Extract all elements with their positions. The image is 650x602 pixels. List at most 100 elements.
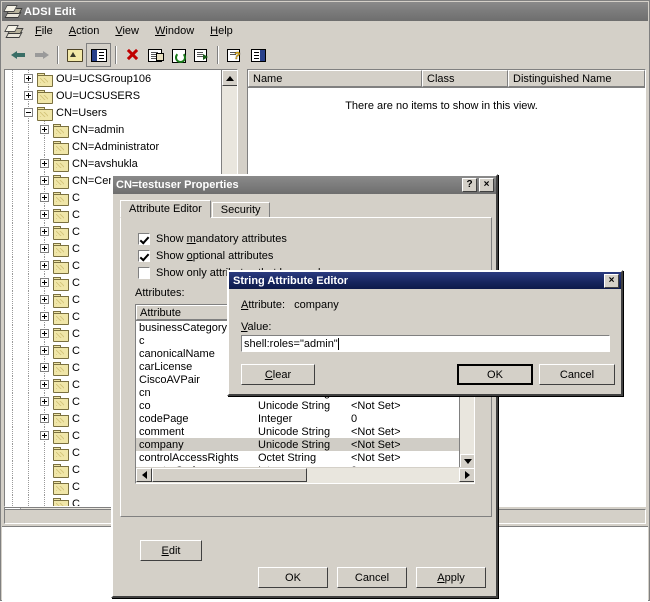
tree-expander-plus-icon[interactable] bbox=[37, 172, 53, 189]
tree-expander-plus-icon[interactable] bbox=[37, 427, 53, 444]
tree-expander-plus-icon[interactable] bbox=[37, 308, 53, 325]
tab-security[interactable]: Security bbox=[211, 202, 270, 218]
tree-expander-minus-icon[interactable] bbox=[21, 104, 37, 121]
delete-button[interactable] bbox=[121, 44, 144, 66]
tree-indent bbox=[21, 223, 37, 240]
menu-view[interactable]: View bbox=[107, 23, 147, 39]
checkbox-show-mandatory[interactable]: Show mandatory attributes bbox=[138, 230, 491, 247]
menu-file[interactable]: File bbox=[27, 23, 61, 39]
tree-node-label: C bbox=[72, 429, 80, 442]
edit-button[interactable]: Edit bbox=[140, 540, 202, 561]
tree-expander-plus-icon[interactable] bbox=[37, 206, 53, 223]
attribute-row[interactable]: codePage Integer 0 bbox=[136, 412, 474, 425]
tree-node-label: C bbox=[72, 446, 80, 459]
tree-expander-plus-icon[interactable] bbox=[37, 274, 53, 291]
tree-indent bbox=[5, 223, 21, 240]
tree-expander-plus-icon[interactable] bbox=[37, 393, 53, 410]
string-editor-ok-button[interactable]: OK bbox=[457, 364, 533, 385]
properties-ok-button[interactable]: OK bbox=[258, 567, 328, 588]
back-button[interactable] bbox=[7, 44, 30, 66]
tree-expander-plus-icon[interactable] bbox=[37, 240, 53, 257]
attributes-scroll-left-button[interactable] bbox=[136, 468, 152, 482]
up-one-level-button[interactable] bbox=[63, 44, 86, 66]
tree-indent bbox=[5, 427, 21, 444]
show-hide-tree-button[interactable] bbox=[86, 43, 111, 67]
tree-node[interactable]: CN=Users bbox=[5, 104, 225, 121]
tree-node-label: C bbox=[72, 480, 80, 493]
string-editor-value-label: Value: bbox=[241, 321, 272, 333]
folder-icon bbox=[53, 276, 69, 291]
export-list-button[interactable] bbox=[190, 44, 213, 66]
menu-action[interactable]: Action bbox=[61, 23, 108, 39]
clear-button[interactable]: Clear bbox=[241, 364, 315, 385]
menu-help[interactable]: Help bbox=[202, 23, 241, 39]
string-editor-value-input[interactable]: shell:roles="admin" bbox=[241, 335, 610, 352]
system-menu-icon[interactable] bbox=[4, 24, 24, 38]
tree-expander-plus-icon[interactable] bbox=[37, 410, 53, 427]
help-button[interactable]: ? bbox=[223, 44, 246, 66]
string-editor-value-text: shell:roles="admin" bbox=[244, 337, 338, 350]
tree-node[interactable]: CN=admin bbox=[5, 121, 225, 138]
menu-window[interactable]: Window bbox=[147, 23, 202, 39]
attributes-hscroll-thumb[interactable] bbox=[152, 468, 307, 482]
tree-expander-plus-icon[interactable] bbox=[37, 223, 53, 240]
help-icon[interactable]: ? bbox=[462, 178, 477, 192]
refresh-button[interactable] bbox=[167, 44, 190, 66]
tree-expander-plus-icon[interactable] bbox=[37, 291, 53, 308]
tree-expander-plus-icon[interactable] bbox=[37, 189, 53, 206]
attribute-row[interactable]: company Unicode String <Not Set> bbox=[136, 438, 474, 451]
checkbox-show-only-with-values-box[interactable] bbox=[138, 266, 150, 279]
tree-indent bbox=[21, 240, 37, 257]
checkbox-show-mandatory-box[interactable] bbox=[138, 232, 150, 245]
tree-node[interactable]: OU=UCSUSERS bbox=[5, 87, 225, 104]
tree-indent bbox=[5, 121, 21, 138]
attribute-row[interactable]: comment Unicode String <Not Set> bbox=[136, 425, 474, 438]
properties-button[interactable] bbox=[144, 44, 167, 66]
empty-list-message: There are no items to show in this view. bbox=[345, 100, 538, 112]
tree-node[interactable]: OU=UCSGroup106 bbox=[5, 70, 225, 87]
tree-expander-plus-icon[interactable] bbox=[37, 376, 53, 393]
checkbox-show-optional-box[interactable] bbox=[138, 249, 150, 262]
tree-expander-plus-icon[interactable] bbox=[37, 257, 53, 274]
column-header-name[interactable]: Name bbox=[248, 70, 422, 87]
tree-indent bbox=[5, 359, 21, 376]
properties-apply-button[interactable]: Apply bbox=[416, 567, 486, 588]
attributes-horizontal-scrollbar[interactable] bbox=[136, 467, 474, 483]
tree-expander-plus-icon[interactable] bbox=[21, 87, 37, 104]
close-icon[interactable]: × bbox=[604, 273, 619, 288]
tree-indent bbox=[21, 155, 37, 172]
attribute-row[interactable]: co Unicode String <Not Set> bbox=[136, 399, 474, 412]
checkbox-show-optional[interactable]: Show optional attributes bbox=[138, 247, 491, 264]
column-header-distinguished-name[interactable]: Distinguished Name bbox=[508, 70, 645, 87]
properties-cancel-button[interactable]: Cancel bbox=[337, 567, 407, 588]
attributes-scroll-right-button[interactable] bbox=[459, 468, 474, 482]
string-editor-cancel-button[interactable]: Cancel bbox=[539, 364, 615, 385]
tree-scroll-up-button[interactable] bbox=[222, 70, 237, 86]
tree-node-label: CN=avshukla bbox=[72, 157, 138, 170]
attribute-row[interactable]: controlAccessRights Octet String <Not Set> bbox=[136, 451, 474, 464]
folder-icon bbox=[53, 157, 69, 172]
tree-indent bbox=[5, 87, 21, 104]
tab-attribute-editor[interactable]: Attribute Editor bbox=[120, 200, 211, 218]
tree-node-label: C bbox=[72, 378, 80, 391]
tree-node-label: C bbox=[72, 225, 80, 238]
tree-node[interactable]: CN=Administrator bbox=[5, 138, 225, 155]
close-icon[interactable]: × bbox=[479, 178, 494, 192]
forward-button[interactable] bbox=[30, 44, 53, 66]
tree-expander-plus-icon[interactable] bbox=[37, 359, 53, 376]
tree-expander-plus-icon[interactable] bbox=[21, 70, 37, 87]
tree-node[interactable]: CN=avshukla bbox=[5, 155, 225, 172]
folder-icon bbox=[37, 89, 53, 104]
column-header-class[interactable]: Class bbox=[422, 70, 508, 87]
tree-node-label: C bbox=[72, 208, 80, 221]
properties-icon bbox=[147, 47, 164, 63]
tree-expander-plus-icon[interactable] bbox=[37, 121, 53, 138]
tree-expander-plus-icon[interactable] bbox=[37, 325, 53, 342]
attributes-scroll-down-button[interactable] bbox=[460, 454, 474, 468]
show-pane-button[interactable] bbox=[246, 44, 269, 66]
tree-indent bbox=[5, 461, 21, 478]
tree-expander-plus-icon[interactable] bbox=[37, 155, 53, 172]
toolbar: ? bbox=[2, 42, 648, 68]
folder-icon bbox=[53, 208, 69, 223]
tree-expander-plus-icon[interactable] bbox=[37, 342, 53, 359]
